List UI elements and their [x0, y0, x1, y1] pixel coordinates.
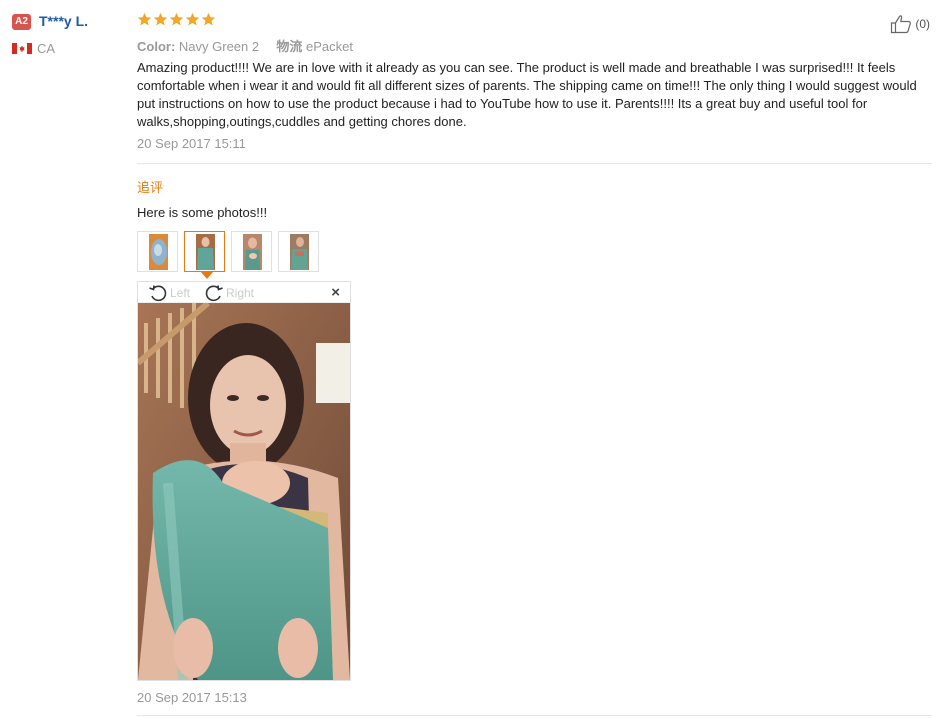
buyer-level-badge: A2 — [12, 14, 31, 30]
color-value: Navy Green 2 — [178, 39, 260, 54]
shipping-label: 物流 — [276, 39, 303, 54]
star-icon — [169, 12, 184, 26]
close-viewer-button[interactable]: × — [331, 284, 340, 301]
reviewer-name[interactable]: T***y L. — [39, 13, 88, 29]
star-icon — [153, 12, 168, 26]
order-info: Color: Navy Green 2 物流 ePacket — [137, 36, 932, 54]
divider — [137, 715, 932, 716]
thumbnail-image — [149, 234, 168, 270]
star-icon — [185, 12, 200, 26]
rotate-right-button[interactable]: Right — [204, 283, 254, 303]
review-content: Color: Navy Green 2 物流 ePacket Amazing p… — [137, 12, 932, 164]
rotate-right-icon — [205, 285, 223, 302]
viewer-toolbar: Left Right × — [138, 282, 350, 303]
photo-viewer: Left Right × — [137, 281, 351, 681]
thumbnail-image — [196, 234, 215, 270]
photo-thumbnail[interactable] — [137, 231, 178, 272]
thumbnail-image — [243, 234, 262, 270]
thumbnail-image — [290, 234, 309, 270]
star-icon — [137, 12, 152, 26]
canada-flag-icon — [12, 43, 32, 54]
photo-thumbnail-selected[interactable] — [184, 231, 225, 272]
divider — [137, 163, 932, 164]
review-photo — [138, 303, 350, 680]
photo-thumbnails — [137, 231, 319, 272]
rotate-left-button[interactable]: Left — [148, 283, 190, 303]
followup-text: Here is some photos!!! — [137, 205, 268, 220]
rotate-left-label: Left — [170, 286, 191, 300]
selected-photo-indicator — [201, 272, 213, 279]
review-date: 20 Sep 2017 15:11 — [137, 136, 246, 151]
followup-date: 20 Sep 2017 15:13 — [137, 690, 247, 705]
star-icon — [201, 12, 216, 26]
reviewer-country: CA — [37, 41, 56, 56]
color-label: Color: — [137, 39, 176, 54]
shipping-value: ePacket — [306, 39, 353, 54]
followup-heading: 追评 — [137, 180, 164, 195]
review-text: Amazing product!!!! We are in love with … — [137, 60, 917, 129]
photo-thumbnail[interactable] — [278, 231, 319, 272]
rotate-left-icon — [149, 285, 167, 302]
star-rating — [137, 12, 932, 30]
rotate-right-label: Right — [226, 286, 255, 300]
photo-thumbnail[interactable] — [231, 231, 272, 272]
